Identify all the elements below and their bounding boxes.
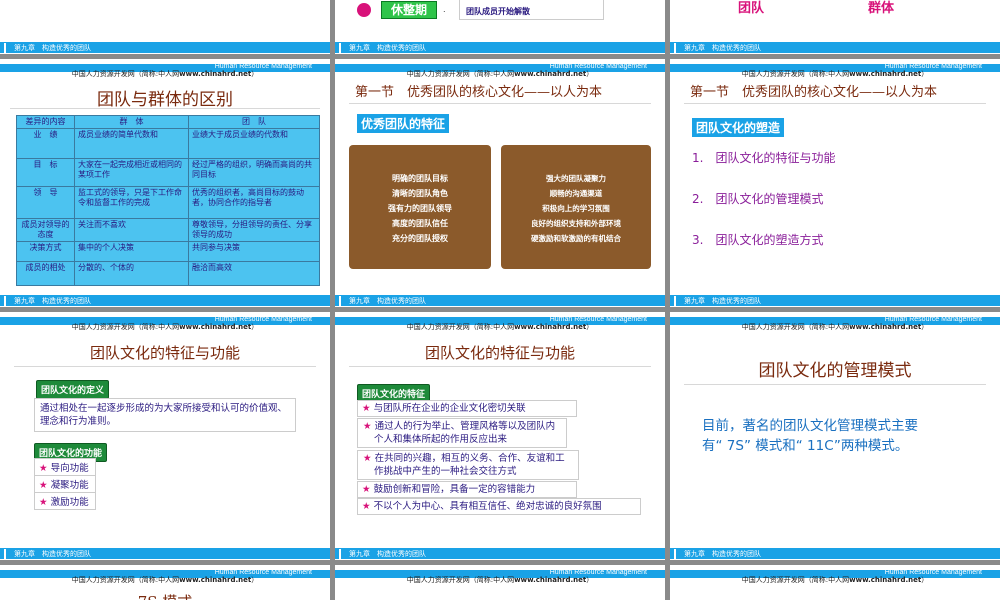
list-item: 3. 团队文化的塑造方式 (692, 233, 824, 247)
slide-title: 第一节 优秀团队的核心文化——以人为本 (690, 85, 938, 100)
mode-text-line1: 目前，著名的团队文化管理模式主要 (702, 418, 918, 434)
list-item: ★ 不以个人为中心、具有相互信任、绝对忠诚的良好氛围 (357, 498, 641, 515)
star-icon: ★ (39, 463, 48, 474)
star-icon: ★ (363, 421, 372, 432)
site-line: 中国人力资源开发网（简称:中人网www.chinahrd.net） (71, 70, 259, 78)
footer-bar: 第九章 构造优秀的团队 (670, 42, 1000, 53)
site-line: 中国人力资源开发网（简称:中人网www.chinahrd.net） (406, 70, 594, 78)
list-item: ★ 在共同的兴趣，相互的义务、合作、友谊和工作挑战中产生的一种社会交往方式 (357, 450, 579, 480)
list-item: 1. 团队文化的特征与功能 (692, 151, 836, 165)
mode-text-line2: 有“ 7S” 模式和“ 11C”两种模式。 (702, 438, 909, 454)
slide-culture-function: Human Resource Management 中国人力资源开发网（简称:中… (0, 312, 330, 560)
table-header: 差异的内容 群 体 团 队 (16, 115, 320, 129)
slide-top-right: 团队 群体 第九章 构造优秀的团队 (670, 0, 1000, 54)
list-item: ★ 凝聚功能 (34, 475, 96, 493)
slide-title: 团队文化的特征与功能 (424, 344, 575, 362)
star-icon: ★ (39, 480, 48, 491)
star-icon: ★ (362, 403, 371, 414)
footer-bar: 第九章 构造优秀的团队 (0, 42, 330, 53)
slide-title: 团队与群体的区别 (97, 90, 233, 110)
slide-title: 7S 模式 (0, 591, 330, 600)
scroll-right: 强大的团队凝聚力 顺畅的沟通渠道 积极向上的学习氛围 良好的组织支持和外部环境 硬激励和… (501, 145, 651, 269)
list-item: ★ 通过人的行为举止、管理风格等以及团队内个人和集体所起的作用反应出来 (357, 418, 567, 448)
flower-icon (357, 3, 371, 17)
footer-bar: 第九章 构造优秀的团队 (0, 548, 330, 559)
list-item: 2. 团队文化的管理模式 (692, 192, 824, 206)
footer-bar: 第九章 构造优秀的团队 (0, 295, 330, 306)
stage-note: 团队成员开始解散 (459, 0, 604, 20)
slide-bottom-right: Human Resource Management 中国人力资源开发网（简称:中… (670, 565, 1000, 600)
footer-bar: 第九章 构造优秀的团队 (335, 295, 665, 306)
footer-bar: 第九章 构造优秀的团队 (335, 42, 665, 53)
list-item: ★ 导向功能 (34, 458, 96, 476)
site-line: 中国人力资源开发网（简称:中人网www.chinahrd.net） (71, 323, 259, 331)
slide-core-culture-2: Human Resource Management 中国人力资源开发网（简称:中… (670, 59, 1000, 307)
slide-top-mid: 休整期 . 团队成员开始解散 第九章 构造优秀的团队 (335, 0, 665, 54)
list-item: ★ 激励功能 (34, 492, 96, 510)
table-row: 领 导监工式的领导，只是下工作命令和监督工作的完成 优秀的组织者，高尚目标的鼓动者… (16, 186, 320, 219)
site-line: 中国人力资源开发网（简称:中人网www.chinahrd.net） (71, 576, 259, 584)
table-row: 成员对领导的态度 关注而不喜欢 尊敬领导，分担领导的责任、分享领导的成功 (16, 218, 320, 242)
star-icon: ★ (363, 453, 372, 464)
slide-top-left: 第九章 构造优秀的团队 (0, 0, 330, 54)
list-item: ★ 鼓励创新和冒险，具备一定的容错能力 (357, 481, 577, 498)
table-row: 成员的相处 分散的、个体的 融洽而高效 (16, 261, 320, 286)
site-line: 中国人力资源开发网（简称:中人网www.chinahrd.net） (406, 576, 594, 584)
site-line: 中国人力资源开发网（简称:中人网www.chinahrd.net） (741, 576, 929, 584)
star-icon: ★ (39, 497, 48, 508)
site-line: 中国人力资源开发网（简称:中人网www.chinahrd.net） (741, 323, 929, 331)
star-icon: ★ (362, 501, 371, 512)
table-row: 决策方式 集中的个人决策 共同参与决策 (16, 241, 320, 262)
list-item: ★ 与团队所在企业的企业文化密切关联 (357, 400, 577, 417)
slide-bottom-mid: Human Resource Management 中国人力资源开发网（简称:中… (335, 565, 665, 600)
slide-title: 团队文化的管理模式 (758, 361, 912, 381)
slide-team-vs-group: Human Resource Management 中国人力资源开发网（简称:中… (0, 59, 330, 307)
slide-bottom-left: Human Resource Management 中国人力资源开发网（简称:中… (0, 565, 330, 600)
footer-bar: 第九章 构造优秀的团队 (670, 295, 1000, 306)
footer-bar: 第九章 构造优秀的团队 (670, 548, 1000, 559)
slide-culture-features: Human Resource Management 中国人力资源开发网（简称:中… (335, 312, 665, 560)
footer-bar: 第九章 构造优秀的团队 (335, 548, 665, 559)
definition-text: 通过相处在一起逐步形成的为大家所接受和认可的价值观、理念和行为准则。 (34, 398, 296, 432)
site-line: 中国人力资源开发网（简称:中人网www.chinahrd.net） (406, 323, 594, 331)
section-tag: 团队文化的塑造 (692, 118, 785, 137)
stage-badge: 休整期 (381, 1, 437, 19)
slide-title: 第一节 优秀团队的核心文化——以人为本 (355, 85, 603, 100)
site-line: 中国人力资源开发网（简称:中人网www.chinahrd.net） (741, 70, 929, 78)
slide-management-mode: Human Resource Management 中国人力资源开发网（简称:中… (670, 312, 1000, 560)
definition-tag: 团队文化的定义 (36, 380, 110, 399)
scroll-left: 明确的团队目标 清晰的团队角色 强有力的团队领导 高度的团队信任 充分的团队授权 (349, 145, 491, 269)
slide-title: 团队文化的特征与功能 (89, 344, 240, 362)
table-row: 目 标大家在一起完成相近或相同的某项工作 经过严格的组织，明确而高尚的共同目标 (16, 158, 320, 187)
star-icon: ★ (362, 484, 371, 495)
section-tag: 优秀团队的特征 (357, 114, 450, 133)
table-row: 业 绩成员业绩的简单代数和 业绩大于成员业绩的代数和 (16, 128, 320, 159)
slide-core-culture-1: Human Resource Management 中国人力资源开发网（简称:中… (335, 59, 665, 307)
comparison-table: 差异的内容 群 体 团 队 业 绩成员业绩的简单代数和 业绩大于成员业绩的代数和 … (16, 115, 320, 286)
